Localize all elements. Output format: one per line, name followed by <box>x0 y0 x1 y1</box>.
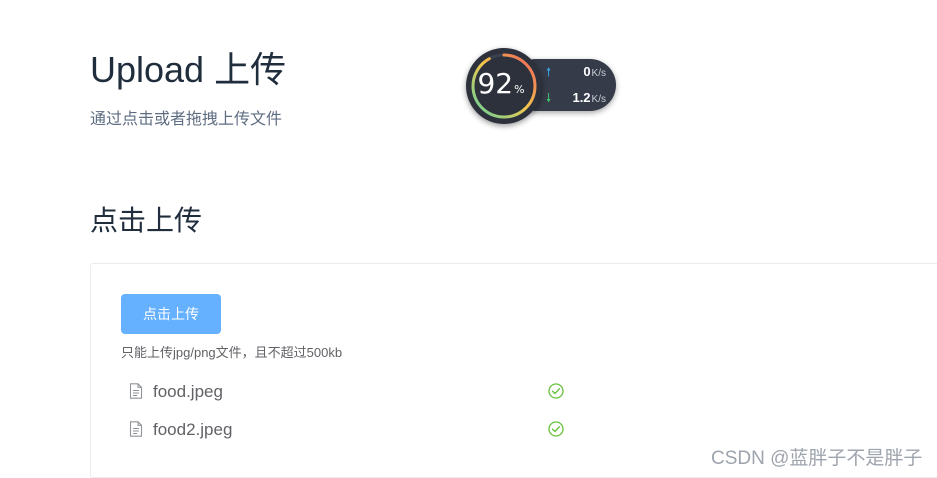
section-title: 点击上传 <box>90 205 203 236</box>
download-speed-value: 1.2 <box>572 90 591 105</box>
arrow-up-icon: 🠕 <box>546 65 552 79</box>
upload-button[interactable]: 点击上传 <box>121 294 221 334</box>
upload-speed-row: 🠕 0K/s <box>544 62 616 82</box>
document-icon <box>129 383 143 399</box>
network-speed-widget[interactable]: 92% 🠕 0K/s 🠗 1.2K/s <box>466 48 618 124</box>
file-list-item[interactable]: food2.jpeg <box>121 414 571 444</box>
file-name: food.jpeg <box>153 382 223 401</box>
upload-speed-unit: K/s <box>591 68 606 79</box>
file-list-item[interactable]: food.jpeg <box>121 376 571 406</box>
success-check-icon <box>548 383 564 399</box>
watermark: CSDN @蓝胖子不是胖子 <box>711 448 923 469</box>
success-check-icon <box>548 421 564 437</box>
file-name: food2.jpeg <box>153 420 233 439</box>
page-title: Upload 上传 <box>90 49 287 90</box>
arrow-down-icon: 🠗 <box>546 91 552 105</box>
download-speed-row: 🠗 1.2K/s <box>544 88 616 108</box>
download-speed-unit: K/s <box>591 94 606 105</box>
page: Upload 上传 通过点击或者拖拽上传文件 92% 🠕 0K/s 🠗 1.2K… <box>0 0 937 478</box>
upload-speed-value: 0 <box>583 64 591 79</box>
page-subtitle: 通过点击或者拖拽上传文件 <box>90 111 283 128</box>
usage-percent: 92% <box>477 67 525 100</box>
document-icon <box>129 421 143 437</box>
upload-tip: 只能上传jpg/png文件，且不超过500kb <box>121 345 343 360</box>
demo-card: 点击上传 只能上传jpg/png文件，且不超过500kb food.jpeg f… <box>90 263 937 478</box>
